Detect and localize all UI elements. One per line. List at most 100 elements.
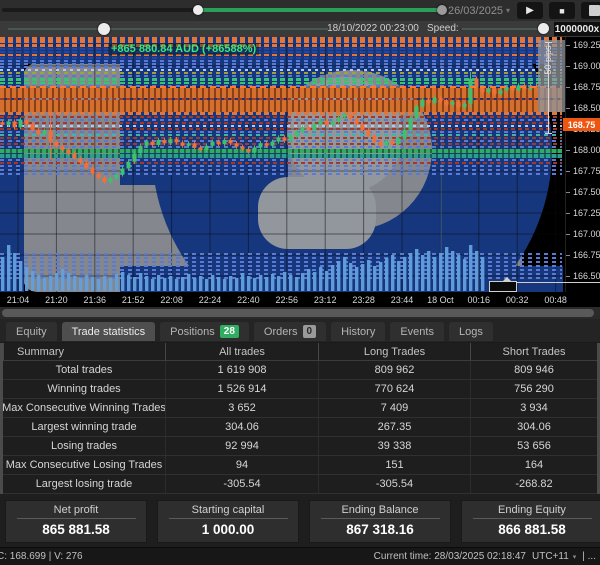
current-price-tag: 168.75: [563, 118, 600, 131]
tab-label: Orders: [264, 326, 298, 338]
price-tick: [566, 213, 570, 214]
table-cell: -268.82: [470, 475, 597, 493]
current-price-line: [0, 86, 562, 88]
table-cell: 39 338: [318, 437, 470, 455]
price-axis-label: 169.25: [573, 40, 600, 50]
speed-handle[interactable]: [538, 23, 549, 34]
date-value: 26/03/2025: [448, 5, 503, 17]
play-button[interactable]: ▶: [517, 2, 543, 19]
price-tick: [566, 171, 570, 172]
time-axis-label: 21:36: [84, 295, 107, 305]
table-cell: 3 934: [470, 399, 597, 417]
timeline-datetime: 18/10/2022 00:23:00: [318, 22, 428, 36]
table-row: Largest losing trade-305.54-305.54-268.8…: [3, 475, 597, 494]
current-time-label: Current time: 28/03/2025 02:18:47: [374, 551, 526, 562]
summary-label: Ending Balance: [321, 504, 440, 519]
tab-positions[interactable]: Positions28: [160, 322, 249, 341]
time-axis-label: 22:08: [160, 295, 183, 305]
price-axis-label: 167.00: [573, 229, 600, 239]
time-axis-label: 23:12: [314, 295, 337, 305]
price-chart[interactable]: 50 pips +865 880.84 AUD (+86588%): [0, 37, 565, 292]
price-tick: [566, 66, 570, 67]
time-axis-label: 22:40: [237, 295, 260, 305]
time-axis[interactable]: 21:0421:2021:3621:5222:0822:2422:4022:56…: [0, 292, 600, 307]
summary-box-ending-equity: Ending Equity 866 881.58: [461, 500, 600, 543]
timeline-handle[interactable]: [98, 23, 110, 35]
speed-label: Speed:: [427, 22, 459, 36]
quote-status: C: 168.699 | V: 276: [0, 551, 83, 562]
table-cell: -305.54: [165, 475, 318, 493]
table-cell: 151: [318, 456, 470, 474]
status-trail: | ...: [582, 551, 596, 562]
summary-label: Net profit: [17, 504, 136, 519]
tab-label: Positions: [170, 326, 215, 338]
table-row: Total trades1 619 908809 962809 946: [3, 361, 597, 380]
price-axis[interactable]: 169.25169.00168.75168.50168.25168.00167.…: [565, 37, 600, 292]
price-axis-label: 169.00: [573, 61, 600, 71]
time-axis-label: 21:20: [45, 295, 68, 305]
table-cell: 304.06: [470, 418, 597, 436]
tab-events[interactable]: Events: [390, 322, 444, 341]
summary-value: 866 881.58: [498, 522, 566, 537]
play-icon: ▶: [526, 5, 534, 16]
price-tick: [566, 150, 570, 151]
table-cell: 756 290: [470, 380, 597, 398]
time-axis-label: 22:56: [276, 295, 299, 305]
time-axis-label: 21:04: [7, 295, 30, 305]
tab-history[interactable]: History: [331, 322, 385, 341]
tab-logs[interactable]: Logs: [449, 322, 493, 341]
current-bar-marker[interactable]: [489, 281, 517, 292]
price-axis-label: 167.75: [573, 166, 600, 176]
summary-value: 865 881.58: [42, 522, 110, 537]
speed-value[interactable]: 1000000x: [554, 22, 600, 36]
table-cell: 1 619 908: [165, 361, 318, 379]
timezone-select[interactable]: UTC+11 ▾: [532, 551, 576, 562]
chevron-down-icon: ▾: [573, 553, 577, 561]
summary-label: Ending Equity: [473, 504, 592, 519]
summary-label: Starting capital: [169, 504, 288, 519]
stop-button[interactable]: ■: [549, 2, 575, 19]
chart-scrollbar-thumb[interactable]: [2, 309, 594, 317]
price-axis-label: 166.75: [573, 250, 600, 260]
tab-trade-statistics[interactable]: Trade statistics: [62, 322, 156, 341]
price-axis-label: 168.50: [573, 103, 600, 113]
time-axis-label: 00:32: [506, 295, 529, 305]
tab-label: History: [341, 326, 375, 338]
journal-button[interactable]: [581, 2, 600, 19]
date-select[interactable]: 26/03/2025 ▾: [448, 2, 510, 19]
tab-count-badge: 0: [303, 325, 317, 338]
time-axis-label: 00:16: [468, 295, 491, 305]
speed-track[interactable]: [462, 28, 544, 30]
chart-scrollbar: [0, 307, 600, 319]
table-cell: 304.06: [165, 418, 318, 436]
table-row: Losing trades92 99439 33853 656: [3, 437, 597, 456]
table-cell: 809 962: [318, 361, 470, 379]
price-tick: [566, 234, 570, 235]
table-cell: Winning trades: [3, 380, 165, 398]
price-axis-label: 168.75: [573, 82, 600, 92]
table-cell: 7 409: [318, 399, 470, 417]
tab-orders[interactable]: Orders 0: [254, 322, 326, 341]
candles-and-volume: [0, 37, 565, 292]
table-header-row: SummaryAll tradesLong TradesShort Trades: [3, 343, 597, 361]
price-axis-label: 167.50: [573, 187, 600, 197]
header-cell: Summary: [3, 343, 165, 360]
summary-box-net-profit: Net profit 865 881.58: [5, 500, 147, 543]
table-row: Winning trades1 526 914770 624756 290: [3, 380, 597, 399]
table-cell: 53 656: [470, 437, 597, 455]
table-cell: 770 624: [318, 380, 470, 398]
price-tick: [566, 192, 570, 193]
open-profit-label: +865 880.84 AUD (+86588%): [108, 43, 259, 55]
table-cell: Losing trades: [3, 437, 165, 455]
axis-edge-line: [517, 282, 600, 283]
price-axis-label: 168.00: [573, 145, 600, 155]
timeline-track[interactable]: [8, 28, 328, 30]
chart-area: 50 pips +865 880.84 AUD (+86588%) 169.25…: [0, 37, 600, 307]
tab-equity[interactable]: Equity: [6, 322, 57, 341]
session-start-handle[interactable]: [193, 5, 203, 15]
session-progress-fill: [200, 8, 440, 12]
session-end-handle[interactable]: [437, 5, 447, 15]
bottom-panel-tabs: Equity Trade statisticsPositions28 Orders 0…: [0, 319, 600, 343]
header-cell: Long Trades: [318, 343, 470, 360]
price-tick: [566, 276, 570, 277]
